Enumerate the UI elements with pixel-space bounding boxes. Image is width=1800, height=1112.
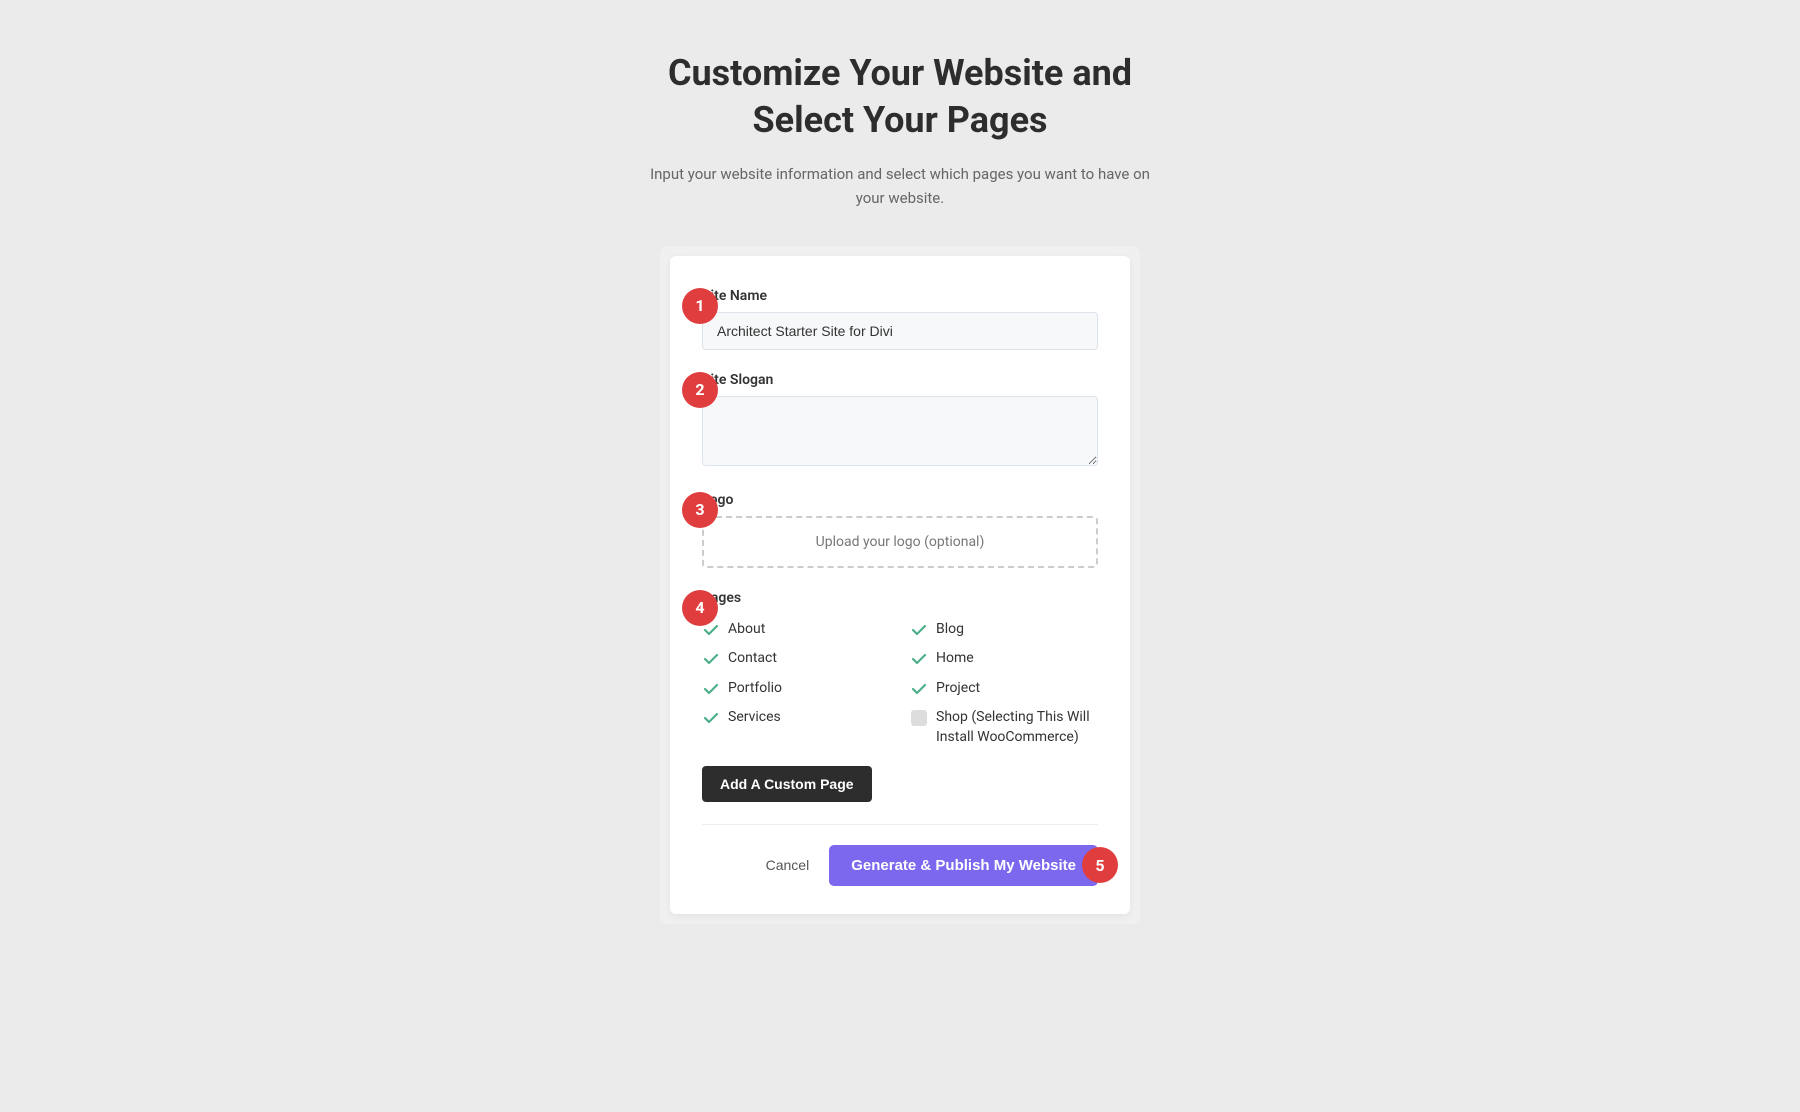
blog-check-icon: [910, 621, 928, 639]
project-check-icon: [910, 680, 928, 698]
page-item-blog[interactable]: Blog: [910, 620, 1098, 640]
page-item-shop[interactable]: Shop (Selecting This Will Install WooCom…: [910, 708, 1098, 747]
step-3-badge: 3: [682, 492, 718, 528]
page-title: Customize Your Website and Select Your P…: [668, 50, 1132, 144]
contact-label: Contact: [728, 649, 777, 669]
site-name-label: Site Name: [702, 288, 1098, 304]
page-item-home[interactable]: Home: [910, 649, 1098, 669]
step-1-badge: 1: [682, 288, 718, 324]
form-card: 1 Site Name 2 Site Slogan 3 Logo Upload …: [670, 256, 1130, 914]
footer-divider: [702, 824, 1098, 825]
step-2-badge: 2: [682, 372, 718, 408]
site-slogan-label: Site Slogan: [702, 372, 1098, 388]
pages-section: 4 Pages About: [702, 590, 1098, 802]
home-label: Home: [936, 649, 974, 669]
publish-button[interactable]: Generate & Publish My Website: [829, 845, 1098, 886]
page-item-contact[interactable]: Contact: [702, 649, 890, 669]
page-subtitle: Input your website information and selec…: [650, 162, 1150, 210]
contact-check-icon: [702, 650, 720, 668]
home-check-icon: [910, 650, 928, 668]
cancel-button[interactable]: Cancel: [760, 847, 816, 883]
page-item-about[interactable]: About: [702, 620, 890, 640]
pages-grid: About Blog: [702, 620, 1098, 748]
page-item-services[interactable]: Services: [702, 708, 890, 747]
site-slogan-input[interactable]: [702, 396, 1098, 466]
pages-label: Pages: [702, 590, 1098, 606]
services-check-icon: [702, 709, 720, 727]
about-label: About: [728, 620, 765, 640]
shop-check-icon: [910, 709, 928, 727]
portfolio-label: Portfolio: [728, 679, 782, 699]
logo-label: Logo: [702, 492, 1098, 508]
shop-label: Shop (Selecting This Will Install WooCom…: [936, 708, 1098, 747]
logo-upload-area[interactable]: Upload your logo (optional): [702, 516, 1098, 568]
services-label: Services: [728, 708, 781, 728]
portfolio-check-icon: [702, 680, 720, 698]
site-slogan-field: 2 Site Slogan: [702, 372, 1098, 470]
site-name-field: 1 Site Name: [702, 288, 1098, 350]
add-custom-page-button[interactable]: Add A Custom Page: [702, 766, 872, 802]
step-4-badge: 4: [682, 590, 718, 626]
site-name-input[interactable]: [702, 312, 1098, 350]
step-5-badge: 5: [1082, 847, 1118, 883]
project-label: Project: [936, 679, 980, 699]
page-item-portfolio[interactable]: Portfolio: [702, 679, 890, 699]
logo-upload-text: Upload your logo (optional): [816, 534, 985, 550]
blog-label: Blog: [936, 620, 964, 640]
logo-field: 3 Logo Upload your logo (optional): [702, 492, 1098, 568]
form-card-wrapper: 1 Site Name 2 Site Slogan 3 Logo Upload …: [660, 246, 1140, 924]
footer-actions: Cancel Generate & Publish My Website 5: [702, 845, 1098, 886]
page-item-project[interactable]: Project: [910, 679, 1098, 699]
